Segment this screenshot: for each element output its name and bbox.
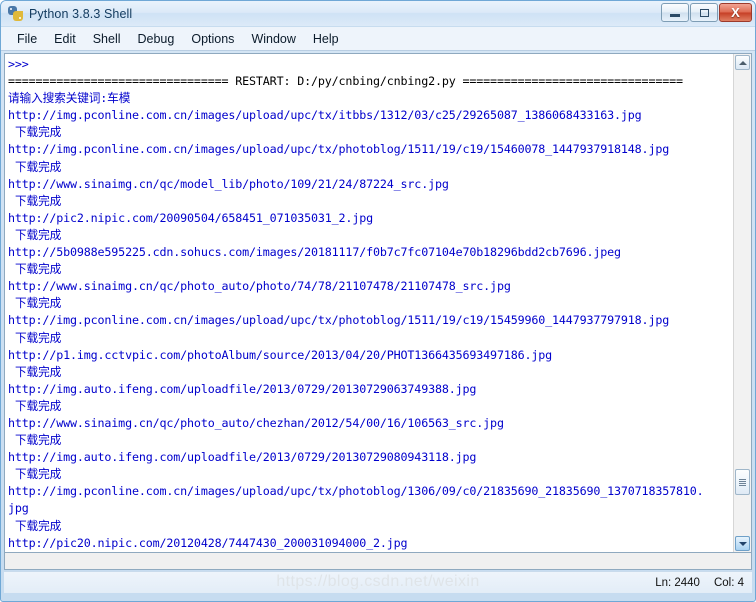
menu-item-shell[interactable]: Shell <box>85 30 130 48</box>
status-bar: https://blog.csdn.net/weixin Ln: 2440 Co… <box>4 571 752 593</box>
shell-text-area-frame: >>> ================================ RES… <box>4 53 752 553</box>
line-number-indicator: Ln: 2440 <box>655 576 700 589</box>
grip-icon <box>739 478 746 486</box>
console-line-url: http://www.sinaimg.cn/qc/photo_auto/phot… <box>8 279 511 294</box>
console-line-url: http://img.auto.ifeng.com/uploadfile/201… <box>8 381 477 396</box>
console-line-status: 下载完成 <box>15 364 62 379</box>
console-line-url: http://pic2.nipic.com/20090504/658451_07… <box>8 210 373 225</box>
python-shell-window: Python 3.8.3 Shell X File Edit Shell Debug O… <box>0 0 756 602</box>
console-line-status: 下载完成 <box>15 125 62 140</box>
window-bottom-filler <box>1 593 755 601</box>
vertical-scrollbar[interactable] <box>733 54 751 552</box>
window-title: Python 3.8.3 Shell <box>29 6 133 21</box>
console-line-restart: ================================ RESTART… <box>8 74 683 89</box>
maximize-icon <box>699 8 709 17</box>
maximize-button[interactable] <box>690 3 718 22</box>
console-line-url: http://img.pconline.com.cn/images/upload… <box>8 142 670 157</box>
console-line-url: http://img.pconline.com.cn/images/upload… <box>8 313 670 328</box>
scroll-up-arrow-icon <box>738 60 747 65</box>
caption-buttons: X <box>661 3 752 22</box>
close-icon: X <box>731 5 740 20</box>
menu-item-debug[interactable]: Debug <box>130 30 184 48</box>
console-line-url: http://p1.img.cctvpic.com/photoAlbum/sou… <box>8 347 553 362</box>
watermark-text: https://blog.csdn.net/weixin <box>276 573 480 590</box>
menu-item-edit[interactable]: Edit <box>46 30 85 48</box>
scroll-down-button[interactable] <box>735 536 750 551</box>
menu-item-window[interactable]: Window <box>243 30 304 48</box>
console-line-status: 下载完成 <box>15 433 62 448</box>
console-line-status: 下载完成 <box>15 193 62 208</box>
menu-item-options[interactable]: Options <box>183 30 243 48</box>
console-line-url: http://pic20.nipic.com/20120428/7447430_… <box>8 535 408 550</box>
console-line-prompt: >>> <box>8 57 36 71</box>
scrollbar-thumb[interactable] <box>735 469 750 495</box>
column-number-indicator: Col: 4 <box>713 576 744 589</box>
menu-item-file[interactable]: File <box>9 30 46 48</box>
console-line-wrapcont: jpg <box>8 501 29 516</box>
console-line-url: http://www.sinaimg.cn/qc/model_lib/photo… <box>8 176 449 191</box>
title-bar[interactable]: Python 3.8.3 Shell X <box>1 1 755 26</box>
console-line-url: http://5b0988e595225.cdn.sohucs.com/imag… <box>8 245 621 260</box>
console-line-status: 下载完成 <box>15 398 62 413</box>
console-line-prompt: 请输入搜索关键词:车模 <box>8 91 131 106</box>
console-line-status: 下载完成 <box>15 330 62 345</box>
console-line-url: http://img.auto.ifeng.com/uploadfile/201… <box>8 450 477 465</box>
console-line-status: 下载完成 <box>15 518 62 533</box>
console-line-url: http://www.sinaimg.cn/qc/photo_auto/chez… <box>8 415 504 430</box>
console-line-url: http://img.pconline.com.cn/images/upload… <box>8 484 704 499</box>
minimize-button[interactable] <box>661 3 689 22</box>
menu-item-help[interactable]: Help <box>305 30 348 48</box>
scroll-down-arrow-icon <box>738 541 747 546</box>
console-line-status: 下载完成 <box>15 296 62 311</box>
scroll-up-button[interactable] <box>735 55 750 70</box>
console-line-status: 下载完成 <box>15 262 62 277</box>
menu-bar: File Edit Shell Debug Options Window Help <box>1 26 755 51</box>
close-button[interactable]: X <box>719 3 752 22</box>
console-line-status: 下载完成 <box>15 467 62 482</box>
python-logo-icon <box>7 5 24 22</box>
horizontal-scrollbar[interactable] <box>4 553 752 570</box>
minimize-icon <box>670 14 680 17</box>
console-line-url: http://img.pconline.com.cn/images/upload… <box>8 108 642 123</box>
console-line-status: 下载完成 <box>15 227 62 242</box>
shell-output-console[interactable]: >>> ================================ RES… <box>5 54 733 552</box>
console-line-status: 下载完成 <box>15 159 62 174</box>
